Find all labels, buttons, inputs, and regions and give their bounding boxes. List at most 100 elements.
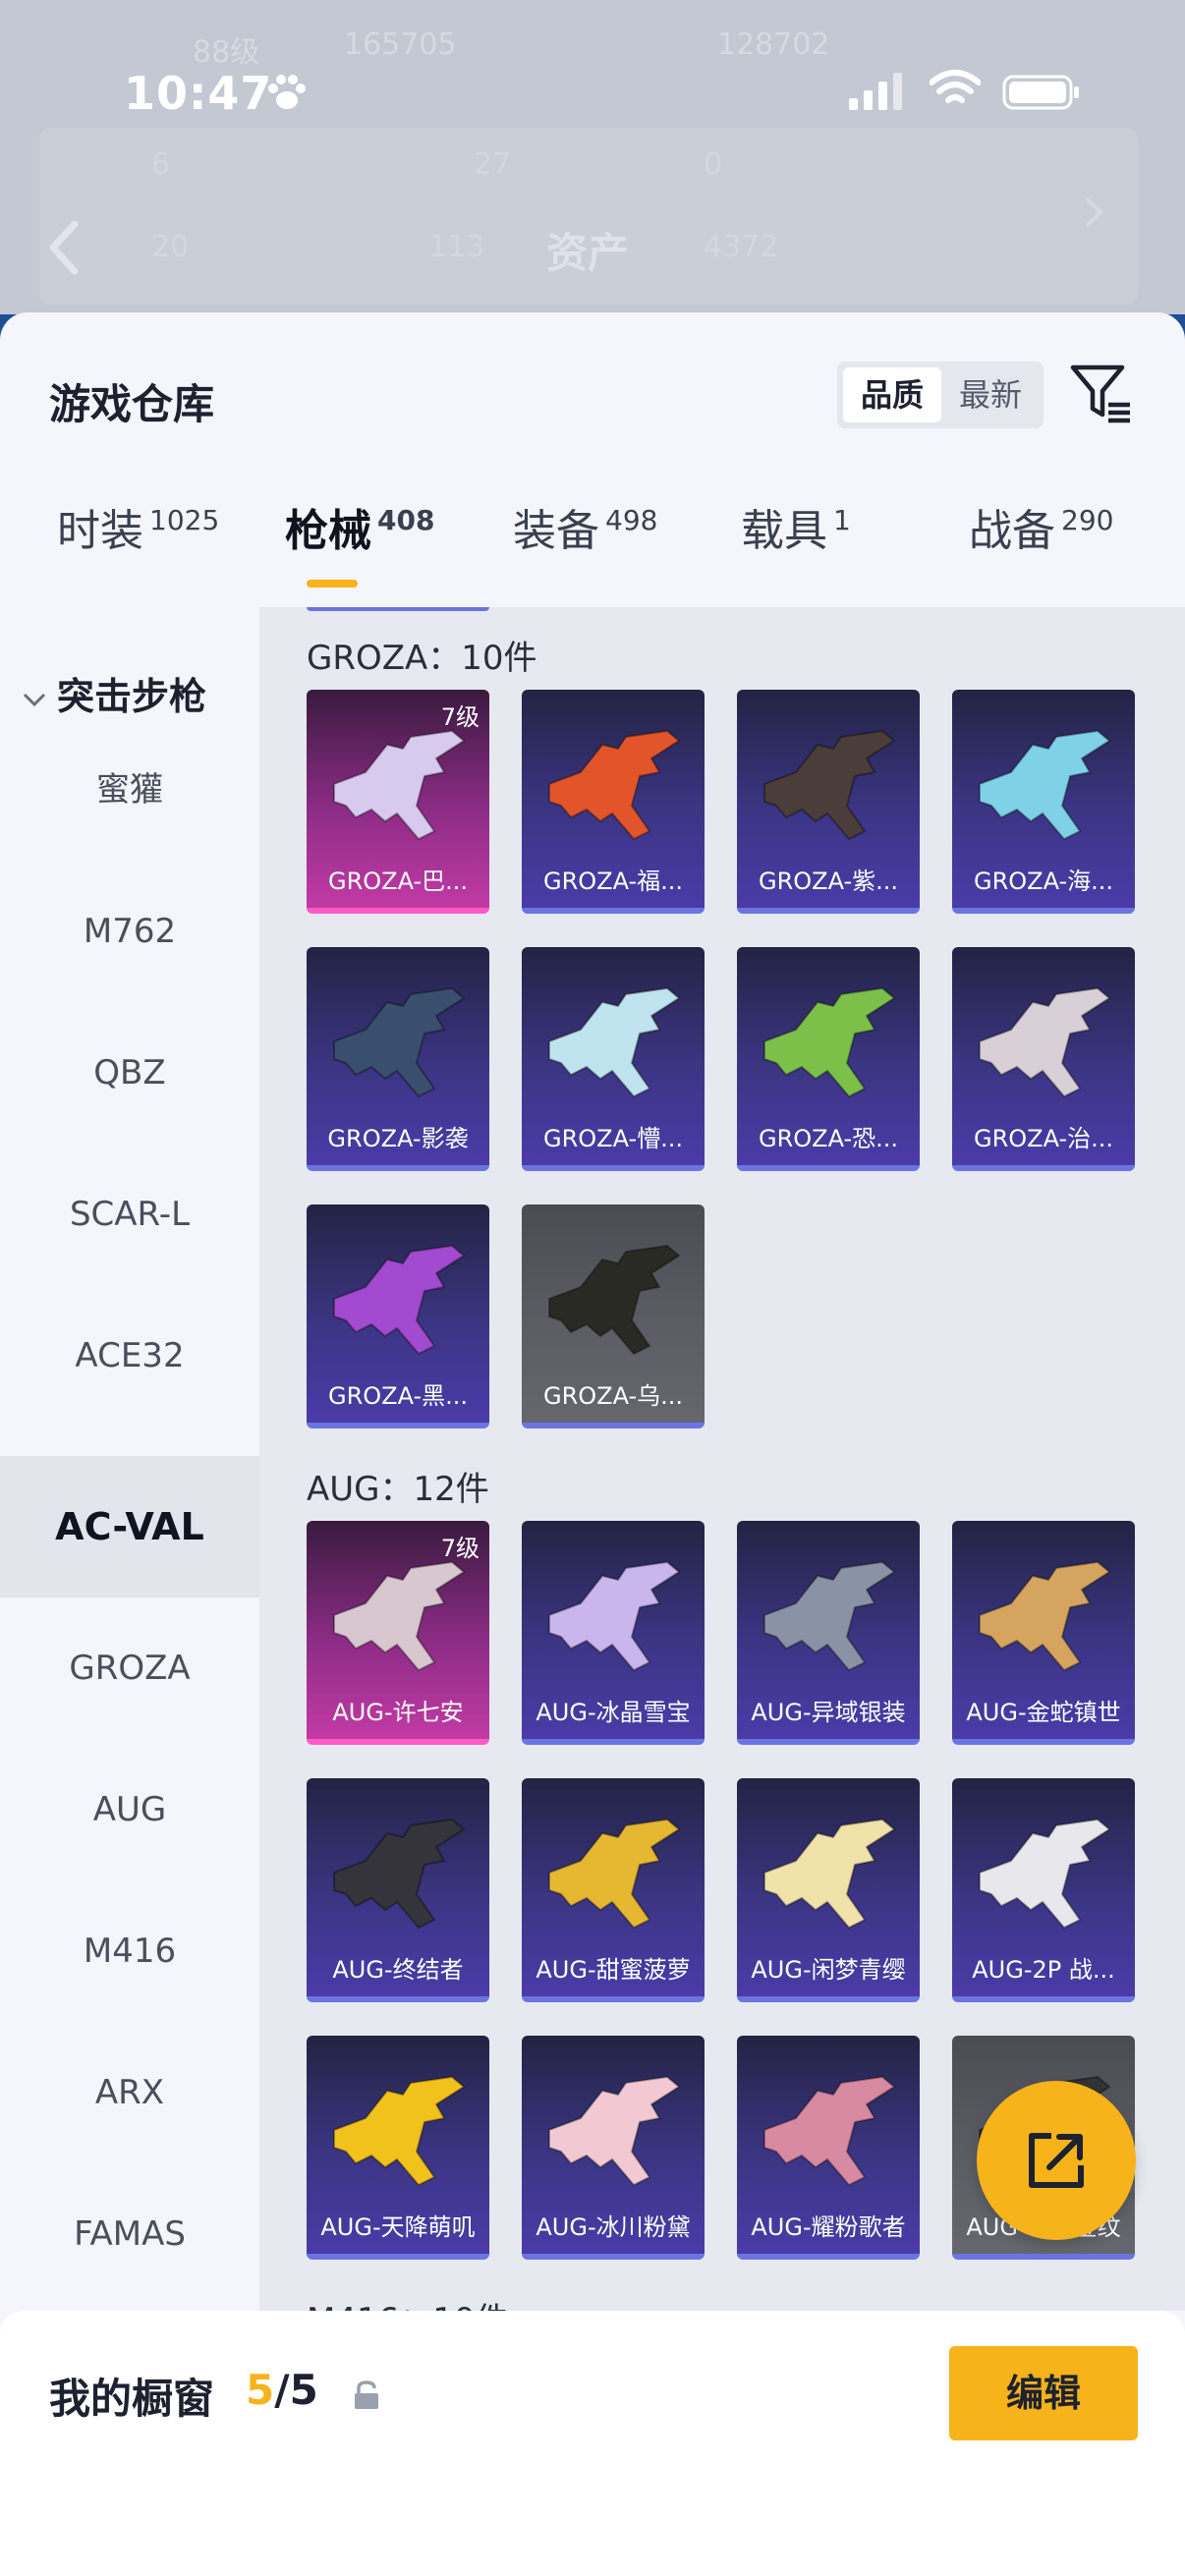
weapon-skin-card[interactable]: AUG-金蛇镇世 <box>952 1521 1135 1745</box>
weapon-skin-card[interactable]: 7级 AUG-许七安 <box>307 1521 489 1745</box>
weapon-skin-card[interactable]: GROZA-影袭 <box>307 947 489 1171</box>
tab-label: 战备 <box>969 506 1055 556</box>
edit-button[interactable]: 编辑 <box>949 2346 1138 2440</box>
rifle-icon <box>333 1560 466 1672</box>
back-arrow-icon[interactable] <box>43 218 86 277</box>
warehouse-sheet: 游戏仓库 品质 最新 时装 1025 枪械 408 装备 498 载具 1 战备 290 … <box>0 312 1185 2576</box>
active-tab-indicator <box>307 580 358 588</box>
skin-name: GROZA-治... <box>973 1125 1114 1152</box>
sidebar-group-label: 突击步枪 <box>57 675 207 718</box>
rifle-icon <box>548 729 681 841</box>
skin-name: GROZA-巴... <box>327 868 469 895</box>
tab-firearms[interactable]: 枪械 408 <box>285 495 434 558</box>
rifle-icon <box>548 1244 681 1356</box>
weapon-skin-card[interactable]: GROZA-恐... <box>737 947 920 1171</box>
skin-name: AUG-许七安 <box>332 1699 464 1726</box>
rifle-icon <box>763 729 896 841</box>
filter-icon[interactable] <box>1067 358 1136 426</box>
weapon-skin-card[interactable]: 7级 GROZA-巴... <box>307 690 489 914</box>
tab-count: 290 <box>1061 504 1114 537</box>
weapon-skin-card[interactable]: AUG-甜蜜菠萝 <box>522 1778 705 2002</box>
sidebar-item[interactable]: FAMAS <box>0 2163 259 2305</box>
background-header: 88级 165705 128702 6 27 0 20 113 4372 资产 … <box>0 0 1185 314</box>
section-title: M416：10件 <box>307 2293 509 2311</box>
faded-score: 165705 <box>344 28 457 62</box>
skin-name: AUG-耀粉歌者 <box>751 2213 906 2241</box>
skin-name: AUG-闲梦青缨 <box>751 1956 906 1984</box>
weapon-skin-card[interactable]: AUG-异域银装 <box>737 1521 920 1745</box>
rifle-icon <box>979 1560 1111 1672</box>
sidebar-item[interactable]: ACE32 <box>0 1285 259 1427</box>
weapon-skin-card[interactable]: AUG-2P 战... <box>952 1778 1135 2002</box>
weapon-skin-card[interactable]: GROZA-治... <box>952 947 1135 1171</box>
rifle-icon <box>763 986 896 1098</box>
weapon-skin-card[interactable]: AUG-天降萌叽 <box>307 2036 489 2260</box>
share-icon <box>1029 2133 1084 2188</box>
faded-profile-row: 88级 165705 128702 <box>0 0 1185 70</box>
background-page-title: 资产 <box>546 229 630 277</box>
sidebar-group-assault-rifles[interactable]: 突击步枪 <box>20 666 206 720</box>
skin-name: GROZA-恐... <box>758 1125 899 1152</box>
rifle-icon <box>763 2075 896 2187</box>
battery-icon <box>1002 75 1079 110</box>
tab-count: 1025 <box>149 504 220 537</box>
weapon-skin-card[interactable]: AUG-冰川粉黛 <box>522 2036 705 2260</box>
share-button[interactable] <box>977 2081 1136 2240</box>
chevron-down-icon <box>23 693 46 706</box>
weapon-skin-card[interactable]: AUG-耀粉歌者 <box>737 2036 920 2260</box>
rifle-icon <box>979 986 1111 1098</box>
weapon-skin-card[interactable]: GROZA-海... <box>952 690 1135 914</box>
sort-by-quality[interactable]: 品质 <box>843 367 941 422</box>
tab-label: 装备 <box>513 506 599 556</box>
rifle-icon <box>548 986 681 1098</box>
tab-label: 枪械 <box>285 506 371 556</box>
sidebar-item[interactable]: ARX <box>0 2022 259 2163</box>
paw-icon <box>268 75 306 109</box>
sidebar-item[interactable]: SCAR-L <box>0 1144 259 1285</box>
rifle-icon <box>333 1818 466 1930</box>
weapon-skin-card[interactable]: AUG-终结者 <box>307 1778 489 2002</box>
sort-by-newest[interactable]: 最新 <box>941 367 1040 422</box>
lock-icon <box>355 2380 378 2409</box>
sort-toggle: 品质 最新 <box>837 362 1044 428</box>
level-badge: 7级 <box>440 703 480 731</box>
rifle-icon <box>333 1244 466 1356</box>
tab-vehicles[interactable]: 载具 1 <box>741 495 851 558</box>
sidebar-item[interactable]: 蜜獾 <box>0 719 259 861</box>
skin-name: AUG-甜蜜菠萝 <box>536 1956 691 1984</box>
sidebar-item-selected[interactable]: AC-VAL <box>0 1456 259 1597</box>
sidebar-item[interactable]: GROZA <box>0 1597 259 1739</box>
showcase-label: 我的橱窗 <box>49 2375 215 2423</box>
weapon-skin-card[interactable]: GROZA-乌... <box>522 1204 705 1428</box>
section-title: GROZA：10件 <box>307 639 537 678</box>
showcase-current: 5 <box>246 2366 275 2414</box>
skin-name: GROZA-海... <box>973 868 1114 895</box>
tab-count: 408 <box>377 504 435 537</box>
tab-gear[interactable]: 战备 290 <box>969 495 1113 558</box>
weapon-skin-card[interactable]: GROZA-福... <box>522 690 705 914</box>
sidebar-item[interactable]: M416 <box>0 1880 259 2022</box>
skin-name: AUG-冰川粉黛 <box>536 2213 691 2241</box>
weapon-skin-card[interactable]: GROZA-黑... <box>307 1204 489 1428</box>
tab-fashion[interactable]: 时装 1025 <box>57 495 219 558</box>
skin-name: AUG-冰晶雪宝 <box>536 1699 691 1726</box>
sidebar-item[interactable]: AUG <box>0 1739 259 1880</box>
weapon-skin-card[interactable]: GROZA-紫... <box>737 690 920 914</box>
showcase-total: 5 <box>289 2366 318 2414</box>
skin-name: GROZA-黑... <box>327 1382 469 1410</box>
weapon-skin-card[interactable]: AUG-闲梦青缨 <box>737 1778 920 2002</box>
tab-equipment[interactable]: 装备 498 <box>513 495 657 558</box>
cellular-signal-icon <box>849 73 902 110</box>
skin-name: GROZA-影袭 <box>327 1125 469 1152</box>
skin-name: AUG-天降萌叽 <box>320 2213 476 2241</box>
rifle-icon <box>548 1818 681 1930</box>
weapon-skin-card[interactable]: AUG-冰晶雪宝 <box>522 1521 705 1745</box>
sidebar-item[interactable]: M762 <box>0 861 259 1002</box>
tab-label: 时装 <box>57 506 143 556</box>
showcase-separator: / <box>274 2366 290 2414</box>
showcase-count: 5/5 <box>246 2366 318 2414</box>
weapon-skin-card[interactable]: GROZA-懵... <box>522 947 705 1171</box>
rifle-icon <box>333 729 466 841</box>
sidebar-item[interactable]: QBZ <box>0 1002 259 1144</box>
tab-label: 载具 <box>741 506 827 556</box>
